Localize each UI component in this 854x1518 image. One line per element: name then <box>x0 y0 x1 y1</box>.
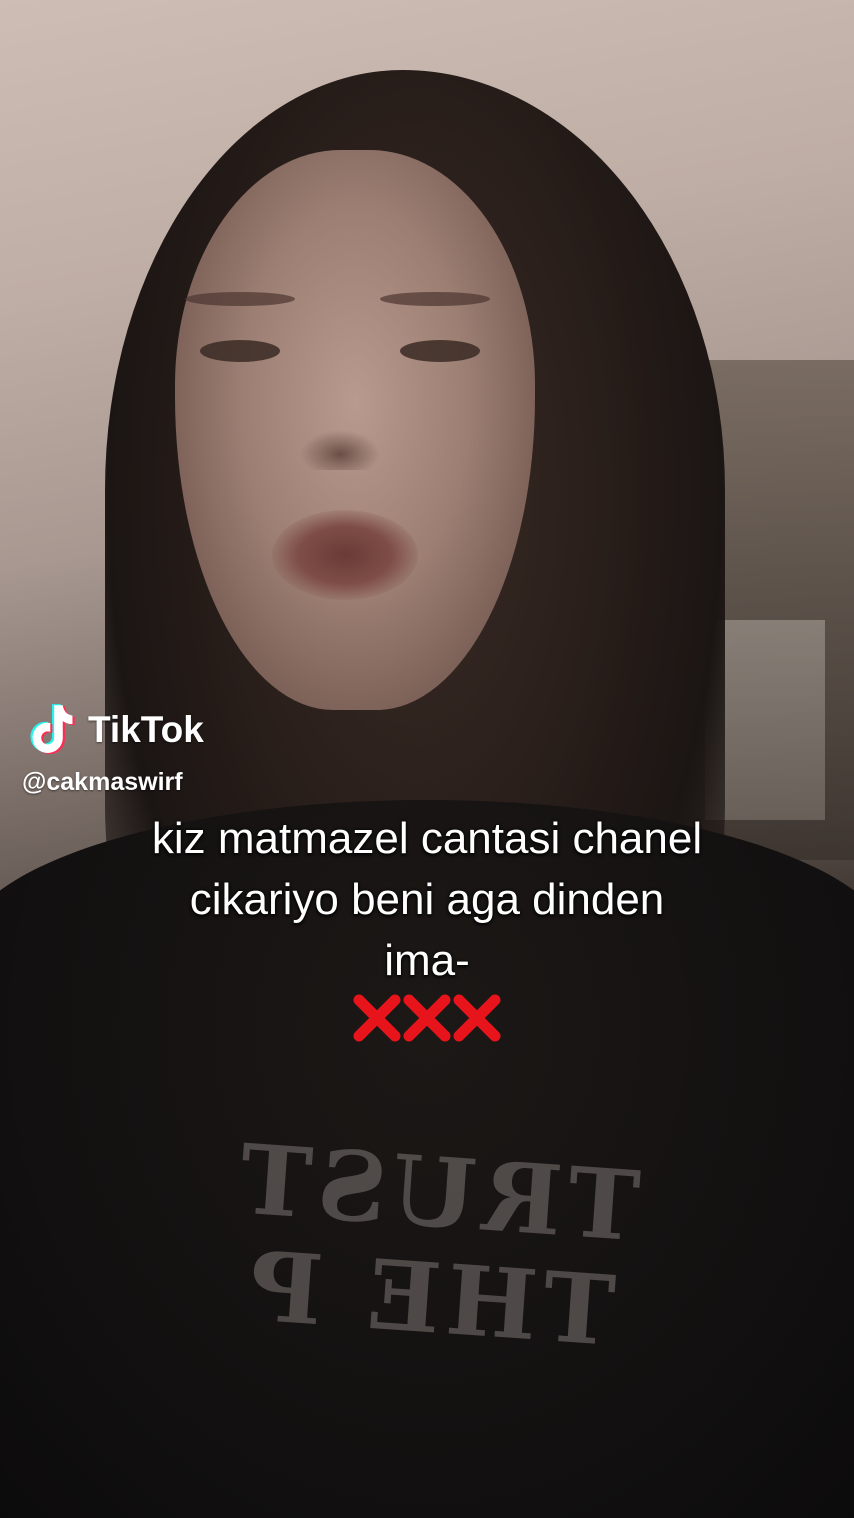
tiktok-note-icon <box>30 704 75 755</box>
tiktok-watermark: TikTok <box>26 702 204 758</box>
caption-line: kiz matmazel cantasi chanel <box>151 814 703 863</box>
video-caption: kiz matmazel cantasi chanel cikariyo ben… <box>60 808 794 1043</box>
shirt-print-text: TRUST THE P <box>230 1122 644 1368</box>
cross-mark-icon <box>403 994 451 1042</box>
caption-line: ima- <box>384 936 470 985</box>
video-frame[interactable]: TRUST THE P TikTok @cakmaswirf kiz matma… <box>0 0 854 1518</box>
right-eye <box>400 340 480 362</box>
cross-mark-icon <box>353 994 401 1042</box>
nose <box>300 430 380 470</box>
left-eye <box>200 340 280 362</box>
cross-mark-icon <box>453 994 501 1042</box>
creator-handle[interactable]: @cakmaswirf <box>22 768 183 797</box>
cross-mark-row <box>60 993 794 1043</box>
tiktok-brand-name: TikTok <box>88 709 204 750</box>
lips <box>272 510 418 600</box>
left-eyebrow <box>185 292 295 306</box>
caption-line: cikariyo beni aga dinden <box>189 875 665 924</box>
right-eyebrow <box>380 292 490 306</box>
